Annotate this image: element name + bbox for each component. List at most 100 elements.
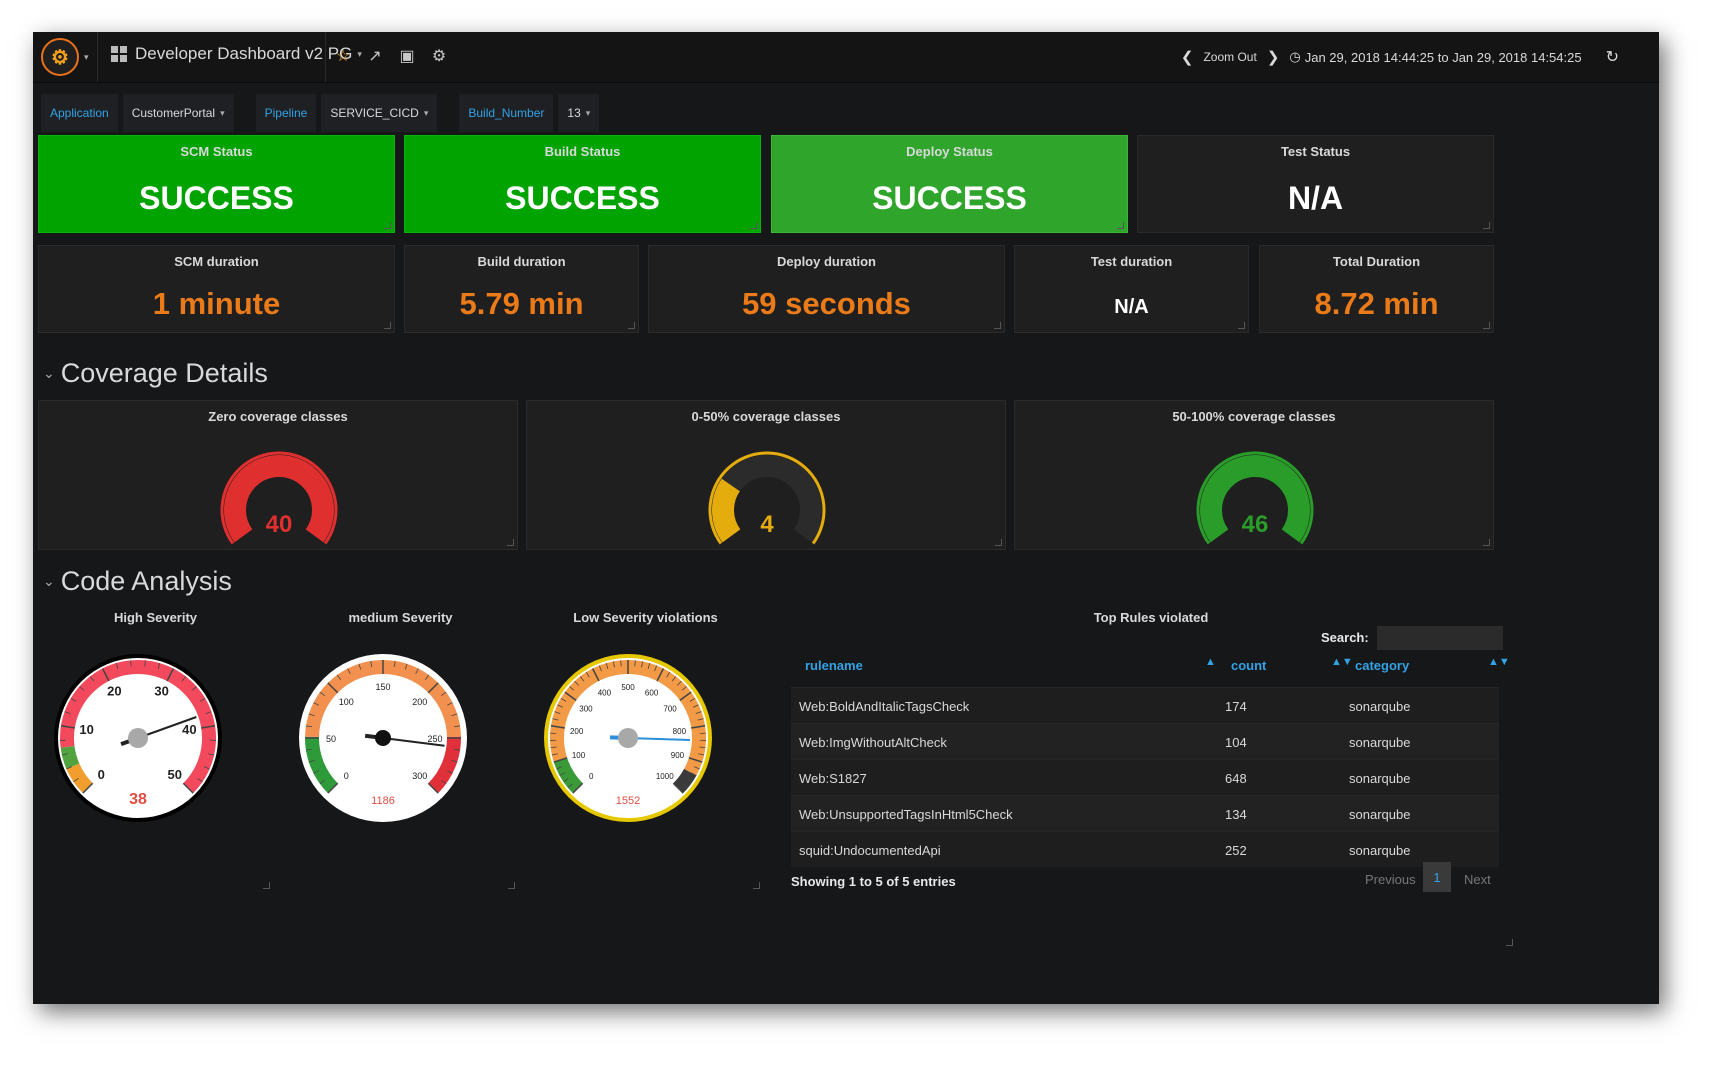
next-button[interactable]: Next (1464, 872, 1491, 887)
resize-handle[interactable] (1117, 222, 1124, 229)
status-value: SUCCESS (139, 180, 294, 216)
gauge-tick-label: 100 (339, 697, 354, 707)
panel-title: 0-50% coverage classes (691, 409, 841, 424)
column-header-rulename[interactable]: rulename (805, 658, 863, 673)
variable-select-build-number[interactable]: 13 ▾ (558, 94, 600, 132)
panel-title: SCM Status (180, 144, 253, 159)
resize-handle[interactable] (384, 322, 391, 329)
gauge-tick-label: 200 (570, 727, 584, 736)
variable-label-build-number: Build_Number (459, 94, 554, 132)
dashboard-window: ⚙ ▾ Developer Dashboard v2 PG ▾ ☆ ↗ ▣ ⚙ … (33, 32, 1659, 1004)
high-coverage-panel: 50-100% coverage classes 46 (1014, 400, 1494, 550)
caret-down-icon: ▾ (84, 51, 89, 62)
low-coverage-panel: 0-50% coverage classes 4 (526, 400, 1006, 550)
gauge-tick (634, 660, 636, 667)
variable-select-pipeline[interactable]: SERVICE_CICD ▾ (321, 94, 438, 132)
resize-handle[interactable] (1483, 539, 1490, 546)
search-label: Search: (1321, 630, 1369, 645)
page-1-button[interactable]: 1 (1423, 862, 1451, 892)
gear-icon[interactable]: ⚙ (427, 44, 451, 68)
status-value: N/A (1287, 180, 1344, 216)
panel-title: High Severity (113, 610, 198, 625)
chevron-down-icon: ⌄ (43, 573, 55, 589)
resize-handle[interactable] (750, 222, 757, 229)
resize-handle[interactable] (1483, 222, 1490, 229)
panel-title: Low Severity violations (573, 610, 718, 625)
gauge-tick-label: 10 (79, 722, 93, 737)
zoom-out-button[interactable]: Zoom Out (1203, 50, 1256, 64)
resize-handle[interactable] (753, 882, 760, 889)
gauge-tick-label: 20 (107, 684, 121, 699)
table-row[interactable]: squid:UndocumentedApi 252 sonarqube (791, 831, 1499, 867)
star-icon[interactable]: ☆ (331, 44, 355, 68)
column-header-category[interactable]: category (1355, 658, 1409, 673)
gauge-tick-label: 100 (572, 751, 586, 760)
resize-handle[interactable] (384, 222, 391, 229)
variable-label-pipeline: Pipeline (255, 94, 317, 132)
gauge-tick-label: 1000 (656, 772, 674, 781)
build-duration-panel: Build duration 5.79 min (404, 245, 639, 333)
row-title-code-analysis[interactable]: ⌄ Code Analysis (43, 566, 232, 597)
dashboard-grid-icon (111, 46, 127, 62)
resize-handle[interactable] (994, 322, 1001, 329)
table-row[interactable]: Web:UnsupportedTagsInHtml5Check 134 sona… (791, 795, 1499, 831)
gauge-value: 1552 (616, 795, 640, 807)
resize-handle[interactable] (995, 539, 1002, 546)
medium-severity-panel: medium Severity 0 50 100 150 200 250 300 1186 (283, 602, 518, 892)
panel-title: Test Status (1280, 144, 1351, 159)
total-duration-panel: Total Duration 8.72 min (1259, 245, 1494, 333)
cell-count: 134 (1225, 807, 1247, 822)
table-row[interactable]: Web:ImgWithoutAltCheck 104 sonarqube (791, 723, 1499, 759)
gauge-tick-label: 400 (598, 689, 612, 698)
resize-handle[interactable] (1506, 939, 1513, 946)
cell-rulename: Web:UnsupportedTagsInHtml5Check (799, 807, 1013, 822)
resize-handle[interactable] (508, 882, 515, 889)
grafana-menu-button[interactable]: ⚙ ▾ (41, 36, 101, 78)
gauge-tick-label: 300 (579, 704, 593, 713)
gauge-tick-label: 30 (154, 684, 168, 699)
cell-count: 252 (1225, 843, 1247, 858)
row-title-coverage[interactable]: ⌄ Coverage Details (43, 358, 268, 389)
resize-handle[interactable] (628, 322, 635, 329)
resize-handle[interactable] (1238, 322, 1245, 329)
build-status-panel: Build Status SUCCESS (404, 135, 761, 233)
gauge-hub (128, 728, 148, 748)
speedometer-gauge: 0 10 20 30 40 50 38 (54, 654, 222, 822)
chevron-right-icon[interactable]: ❯ (1267, 48, 1280, 66)
cell-rulename: squid:UndocumentedApi (799, 843, 941, 858)
variable-select-application[interactable]: CustomerPortal ▾ (122, 94, 234, 132)
gauge-tick-label: 50 (168, 767, 182, 782)
clock-icon: ◷ (1289, 49, 1301, 64)
caret-down-icon: ▾ (357, 48, 362, 59)
duration-value: 59 seconds (742, 286, 911, 321)
table-row[interactable]: Web:BoldAndItalicTagsCheck 174 sonarqube (791, 687, 1499, 723)
share-icon[interactable]: ↗ (363, 44, 387, 68)
gauge-value: 46 (1242, 511, 1269, 538)
top-navbar: ⚙ ▾ Developer Dashboard v2 PG ▾ ☆ ↗ ▣ ⚙ … (33, 32, 1659, 83)
sort-both-icon[interactable]: ▲▼ (1488, 656, 1510, 668)
grafana-logo-icon: ⚙ (41, 38, 79, 76)
variable-label-application: Application (41, 94, 118, 132)
panel-title: Build Status (544, 144, 621, 159)
gauge-tick (130, 660, 132, 667)
panel-title: medium Severity (348, 610, 453, 625)
refresh-icon[interactable]: ↻ (1606, 47, 1619, 67)
sort-asc-icon[interactable]: ▲ (1205, 656, 1216, 668)
resize-handle[interactable] (1483, 322, 1490, 329)
save-icon[interactable]: ▣ (395, 44, 419, 68)
gauge-tick (144, 660, 146, 667)
resize-handle[interactable] (263, 882, 270, 889)
table-info: Showing 1 to 5 of 5 entries (791, 874, 956, 889)
column-header-count[interactable]: count (1231, 658, 1266, 673)
resize-handle[interactable] (507, 539, 514, 546)
gauge-value: 40 (266, 511, 293, 538)
table-row[interactable]: Web:S1827 648 sonarqube (791, 759, 1499, 795)
search-input[interactable] (1377, 626, 1503, 650)
cell-rulename: Web:BoldAndItalicTagsCheck (799, 699, 970, 714)
time-range-button[interactable]: ◷ Jan 29, 2018 14:44:25 to Jan 29, 2018 … (1289, 49, 1581, 65)
panel-title: 50-100% coverage classes (1172, 409, 1336, 424)
chevron-left-icon[interactable]: ❮ (1181, 48, 1194, 66)
previous-button[interactable]: Previous (1365, 872, 1416, 887)
sort-both-icon[interactable]: ▲▼ (1331, 656, 1353, 668)
time-range-text: Jan 29, 2018 14:44:25 to Jan 29, 2018 14… (1304, 49, 1582, 65)
